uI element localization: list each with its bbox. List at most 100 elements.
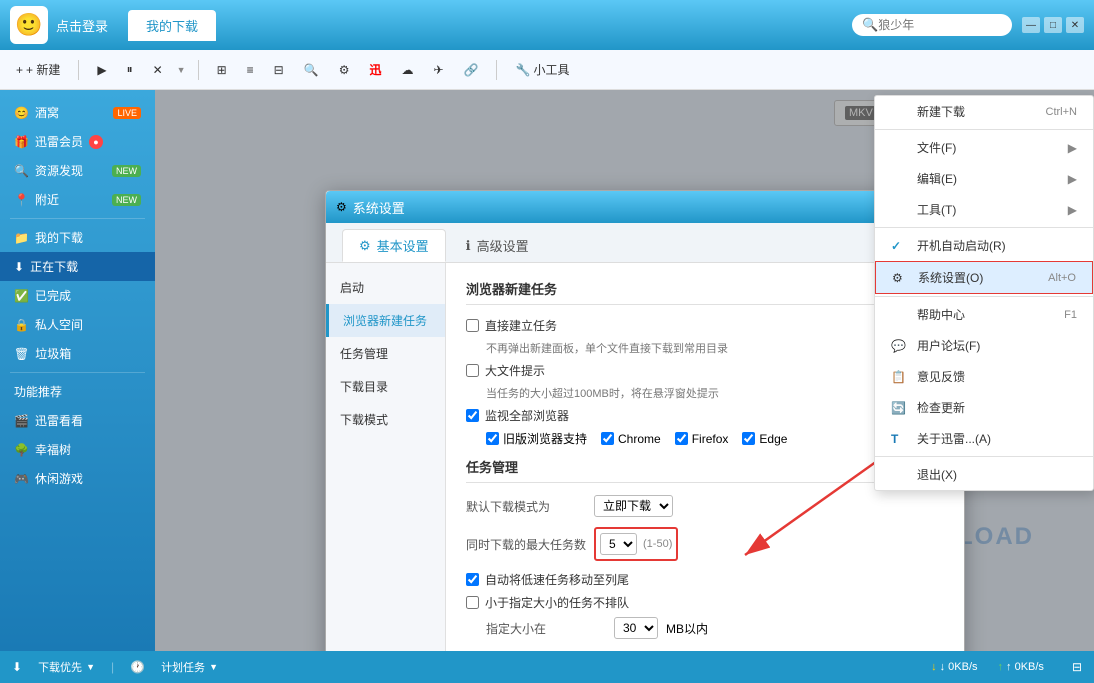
minimize-button[interactable]: —	[1022, 17, 1040, 33]
context-menu-item-autostart[interactable]: ✓ 开机自动启动(R)	[875, 230, 1093, 261]
trash-icon: 🗑	[14, 347, 29, 361]
context-menu-item-new-download[interactable]: 新建下载 Ctrl+N	[875, 96, 1093, 127]
pause-icon: ⏸	[127, 62, 133, 77]
content-area: MKV 2-4G T'S DOWNLOAD 新建下载 Ctrl+N	[155, 90, 1094, 651]
context-new-download-shortcut: Ctrl+N	[1046, 106, 1077, 118]
completed-icon: ✅	[14, 289, 29, 303]
sidebar-item-completed[interactable]: ✅ 已完成	[0, 281, 155, 310]
modal-title-bar: ⚙ 系统设置 — ✕	[326, 191, 964, 223]
login-button[interactable]: 点击登录	[56, 16, 108, 35]
default-mode-select[interactable]: 立即下载	[594, 495, 673, 517]
arrow-right-icon: ▶	[1068, 141, 1077, 155]
legacy-browser-checkbox[interactable]	[486, 432, 499, 445]
down-speed-value: ↓ 0KB/s	[940, 661, 978, 673]
link-button[interactable]: 🔗	[458, 60, 485, 80]
large-file-checkbox[interactable]	[466, 364, 479, 377]
pause-button[interactable]: ⏸	[121, 59, 139, 80]
firefox-checkbox[interactable]	[675, 432, 688, 445]
context-menu-item-help[interactable]: 帮助中心 F1	[875, 299, 1093, 330]
sidebar-item-jiuwo[interactable]: 😊 酒窝 LIVE	[0, 98, 155, 127]
scheduled-task-button[interactable]: 计划任务 ▼	[161, 659, 218, 675]
modal-nav-browser[interactable]: 浏览器新建任务	[326, 304, 445, 337]
vip-button[interactable]: 迅	[363, 58, 387, 81]
cloud-icon: ☁	[401, 63, 413, 77]
context-menu-item-settings[interactable]: ⚙ 系统设置(O) Alt+O	[875, 261, 1093, 294]
direct-task-row: 直接建立任务	[466, 317, 944, 334]
firefox-label: Firefox	[692, 432, 729, 446]
context-file-label: 文件(F)	[917, 139, 956, 156]
chrome-checkbox[interactable]	[601, 432, 614, 445]
sidebar-item-happiness-tree[interactable]: 🌳 幸福树	[0, 435, 155, 464]
browser-check-firefox: Firefox	[675, 432, 729, 446]
list-icon: ≡	[247, 63, 254, 77]
large-file-row: 大文件提示	[466, 362, 944, 379]
context-menu-item-edit[interactable]: 编辑(E) ▶	[875, 163, 1093, 194]
context-menu-item-about[interactable]: T 关于迅雷...(A)	[875, 423, 1093, 454]
auto-move-label: 自动将低速任务移动至列尾	[485, 571, 629, 588]
sidebar-item-trash[interactable]: 🗑 垃圾箱	[0, 339, 155, 368]
context-new-download-label: 新建下载	[917, 103, 965, 120]
copy-button[interactable]: ⊟	[268, 60, 290, 80]
sidebar-item-vip[interactable]: 🎁 迅雷会员 ●	[0, 127, 155, 156]
maximize-button[interactable]: □	[1044, 17, 1062, 33]
search-input[interactable]	[878, 18, 1002, 32]
feedback-icon: 📋	[891, 370, 911, 384]
layout-toggle-button[interactable]: ⊟	[1072, 660, 1082, 674]
context-menu-item-file[interactable]: 文件(F) ▶	[875, 132, 1093, 163]
exclude-small-checkbox[interactable]	[466, 596, 479, 609]
context-menu-item-forum[interactable]: 💬 用户论坛(F)	[875, 330, 1093, 361]
monitor-browser-checkbox[interactable]	[466, 409, 479, 422]
context-menu-item-exit[interactable]: 退出(X)	[875, 459, 1093, 490]
modal-nav-download-mode[interactable]: 下载模式	[326, 403, 445, 436]
context-settings-label: 系统设置(O)	[918, 269, 983, 286]
new-download-button[interactable]: + + 新建	[10, 58, 66, 81]
sidebar-item-mydownload[interactable]: 📁 我的下载	[0, 223, 155, 252]
modal-nav-download-dir[interactable]: 下载目录	[326, 370, 445, 403]
tools-button[interactable]: 🔧 小工具	[509, 58, 575, 81]
arrow-right-2-icon: ▶	[1068, 172, 1077, 186]
toolbar-separator-2	[198, 60, 199, 80]
modal-tab-advanced[interactable]: ℹ 高级设置	[450, 229, 545, 262]
sidebar-item-xunlei-watch[interactable]: 🎬 迅雷看看	[0, 406, 155, 435]
modal-title: 系统设置	[353, 198, 405, 217]
vip-sidebar-icon: 🎁	[14, 135, 29, 149]
my-download-tab[interactable]: 我的下载	[128, 10, 216, 41]
delete-button[interactable]: ✕	[147, 60, 169, 80]
max-tasks-select[interactable]: 5	[600, 533, 637, 555]
direct-task-checkbox[interactable]	[466, 319, 479, 332]
download-priority-icon: ⬇	[12, 660, 22, 674]
close-button[interactable]: ✕	[1066, 17, 1084, 33]
list-view-button[interactable]: ≡	[241, 60, 260, 80]
settings-button[interactable]: ⚙	[333, 60, 356, 80]
cloud-button[interactable]: ☁	[395, 60, 419, 80]
sidebar-item-games[interactable]: 🎮 休闲游戏	[0, 464, 155, 493]
play-button[interactable]: ▶	[91, 60, 112, 80]
sidebar-item-downloading[interactable]: ⬇ 正在下载	[0, 252, 155, 281]
edge-checkbox[interactable]	[742, 432, 755, 445]
context-menu-item-update[interactable]: 🔄 检查更新	[875, 392, 1093, 423]
sidebar-item-nearby[interactable]: 📍 附近 NEW	[0, 185, 155, 214]
sidebar-private-label: 私人空间	[35, 316, 83, 333]
jiuwo-icon: 😊	[14, 106, 29, 120]
checkmark-icon: ✓	[891, 239, 911, 253]
sidebar-nearby-label: 附近	[35, 191, 59, 208]
sidebar-section-recommend: 功能推荐	[0, 377, 155, 406]
settings-modal: ⚙ 系统设置 — ✕ ⚙ 基本设置 ℹ	[325, 190, 965, 651]
size-spec-select[interactable]: 30	[614, 617, 658, 639]
large-file-label: 大文件提示	[485, 362, 545, 379]
fly-button[interactable]: ✈	[427, 60, 449, 80]
context-menu-item-feedback[interactable]: 📋 意见反馈	[875, 361, 1093, 392]
upload-speed: ↑ ↑ 0KB/s	[998, 660, 1044, 674]
auto-move-checkbox[interactable]	[466, 573, 479, 586]
context-menu-item-tools[interactable]: 工具(T) ▶	[875, 194, 1093, 225]
direct-task-label: 直接建立任务	[485, 317, 557, 334]
modal-nav-task-mgmt[interactable]: 任务管理	[326, 337, 445, 370]
modal-tab-basic[interactable]: ⚙ 基本设置	[342, 229, 446, 262]
search-button[interactable]: 🔍	[298, 60, 325, 80]
grid-view-button[interactable]: ⊞	[211, 60, 233, 80]
sidebar-item-resource[interactable]: 🔍 资源发现 NEW	[0, 156, 155, 185]
modal-nav-startup[interactable]: 启动	[326, 271, 445, 304]
context-forum-label: 用户论坛(F)	[917, 337, 980, 354]
download-priority-button[interactable]: 下载优先 ▼	[38, 659, 95, 675]
sidebar-item-private[interactable]: 🔒 私人空间	[0, 310, 155, 339]
